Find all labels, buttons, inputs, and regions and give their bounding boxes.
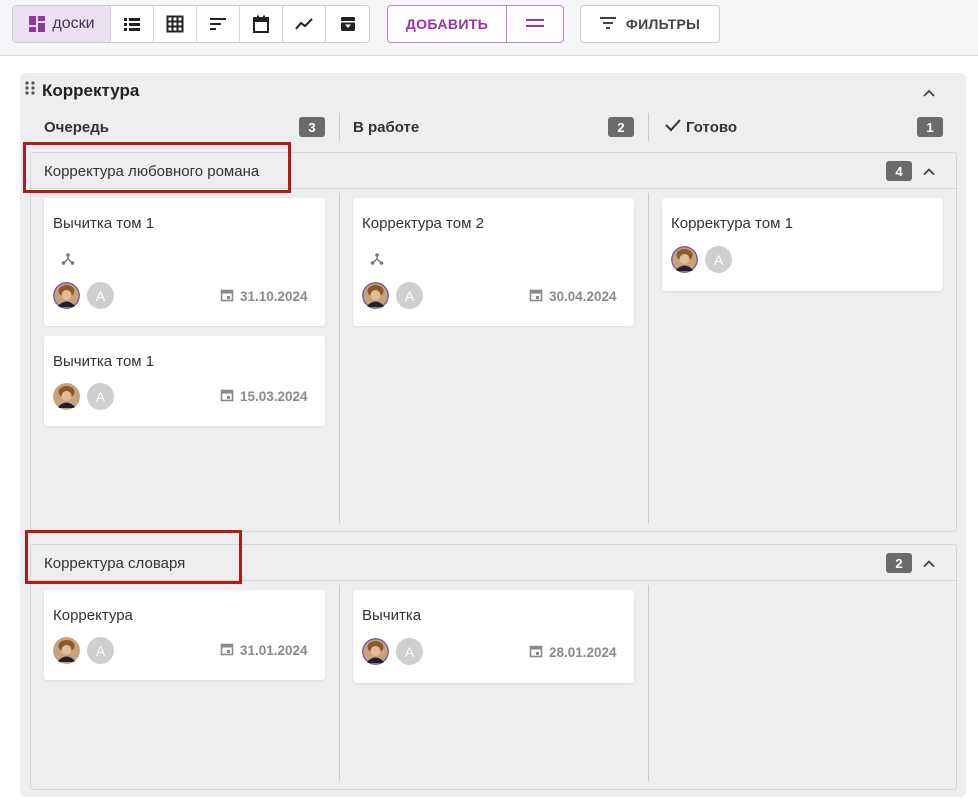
avatar[interactable] [53, 637, 80, 664]
column-divider [648, 585, 649, 781]
column-divider [339, 113, 340, 141]
chevron-up-icon [920, 168, 938, 185]
calendar-icon [220, 642, 234, 659]
date-text: 31.01.2024 [240, 643, 308, 658]
column-count-badge: 3 [299, 117, 325, 137]
add-button[interactable]: ДОБАВИТЬ [388, 6, 507, 42]
task-card[interactable]: Корректура том 1 A [662, 198, 943, 291]
trend-line-icon [295, 17, 313, 31]
column-title: В работе [353, 118, 420, 136]
card-title: Корректура [53, 607, 133, 624]
column-count-badge: 1 [917, 117, 943, 137]
calendar-icon [220, 288, 234, 305]
avatar[interactable] [53, 383, 80, 410]
filters-label: ФИЛЬТРЫ [625, 16, 701, 32]
view-archive-button[interactable] [326, 6, 369, 42]
column-title: Готово [686, 118, 738, 136]
chevron-up-icon [920, 560, 938, 577]
avatar-placeholder[interactable]: A [705, 246, 732, 273]
date-text: 30.04.2024 [549, 289, 617, 304]
card-title: Вычитка том 1 [53, 215, 155, 232]
column-title: Очередь [44, 118, 109, 136]
boards-icon [28, 15, 46, 33]
column-divider [339, 193, 340, 523]
filters-button[interactable]: ФИЛЬТРЫ [580, 5, 720, 43]
card-title: Вычитка [362, 607, 422, 624]
drag-handle-icon[interactable] [24, 80, 36, 101]
card-due-date: 31.10.2024 [220, 288, 308, 305]
view-table-button[interactable] [154, 6, 197, 42]
view-chart-button[interactable] [283, 6, 326, 42]
swimlane-count-badge: 4 [886, 161, 912, 181]
task-card[interactable]: Корректура A 31.01.2024 [44, 590, 325, 680]
check-icon [664, 118, 682, 136]
date-text: 28.01.2024 [549, 645, 617, 660]
card-due-date: 31.01.2024 [220, 642, 308, 659]
calendar-icon [220, 388, 234, 405]
swimlane-collapse-button[interactable] [920, 163, 938, 181]
view-boards-button[interactable]: доски [13, 6, 111, 42]
sort-lines-icon [209, 17, 227, 31]
avatar-placeholder[interactable]: A [396, 638, 423, 665]
add-group: ДОБАВИТЬ [387, 5, 564, 43]
view-gantt-button[interactable] [197, 6, 240, 42]
view-calendar-button[interactable] [240, 6, 283, 42]
task-card[interactable]: Вычитка том 1 A 31.10.2024 [44, 198, 325, 326]
archive-icon [339, 15, 357, 33]
task-card[interactable]: Корректура том 2 A 30.04.2024 [353, 198, 634, 326]
view-list-button[interactable] [111, 6, 154, 42]
date-text: 15.03.2024 [240, 389, 308, 404]
swimlane-collapse-button[interactable] [920, 555, 938, 573]
view-switcher: доски [12, 5, 370, 43]
card-title: Корректура том 2 [362, 215, 484, 232]
board-header: Корректура [24, 80, 139, 101]
card-title: Корректура том 1 [671, 215, 793, 232]
view-boards-label: доски [52, 15, 95, 32]
card-due-date: 30.04.2024 [529, 288, 617, 305]
column-divider [648, 113, 649, 141]
subtasks-icon [370, 252, 384, 266]
swimlane-title: Корректура словаря [44, 555, 186, 572]
avatar-placeholder[interactable]: A [87, 637, 114, 664]
subtasks-icon [61, 252, 75, 266]
avatar[interactable] [362, 282, 389, 309]
column-divider [648, 193, 649, 523]
swimlane-title: Корректура любовного романа [44, 163, 260, 180]
swimlane-count-badge: 2 [886, 553, 912, 573]
card-title: Вычитка том 1 [53, 353, 155, 370]
avatar-placeholder[interactable]: A [87, 282, 114, 309]
column-header-queue: Очередь [44, 116, 109, 138]
column-header-done: Готово [664, 116, 737, 138]
column-header-in-progress: В работе [353, 116, 419, 138]
calendar-icon [252, 15, 270, 33]
swimlane-header[interactable]: Корректура словаря 2 [31, 545, 956, 581]
toolbar: доски ДОБАВИТЬ ФИЛЬТРЫ [0, 0, 978, 56]
avatar-placeholder[interactable]: A [87, 383, 114, 410]
avatar-placeholder[interactable]: A [396, 282, 423, 309]
chevron-up-icon [919, 89, 939, 107]
equals-icon [525, 15, 545, 33]
list-icon [123, 16, 141, 32]
board-title: Корректура [42, 80, 140, 100]
card-due-date: 15.03.2024 [220, 388, 308, 405]
calendar-icon [529, 644, 543, 661]
board-collapse-button[interactable] [919, 83, 939, 103]
column-count-badge: 2 [608, 117, 634, 137]
avatar[interactable] [362, 638, 389, 665]
column-divider [339, 585, 340, 781]
card-due-date: 28.01.2024 [529, 644, 617, 661]
swimlane-header[interactable]: Корректура любовного романа 4 [31, 153, 956, 189]
date-text: 31.10.2024 [240, 289, 308, 304]
add-menu-button[interactable] [507, 6, 563, 42]
calendar-icon [529, 288, 543, 305]
filter-icon [599, 16, 616, 32]
task-card[interactable]: Вычитка том 1 A 15.03.2024 [44, 336, 325, 426]
table-icon [166, 15, 184, 33]
avatar[interactable] [671, 246, 698, 273]
task-card[interactable]: Вычитка A 28.01.2024 [353, 590, 634, 683]
avatar[interactable] [53, 282, 80, 309]
